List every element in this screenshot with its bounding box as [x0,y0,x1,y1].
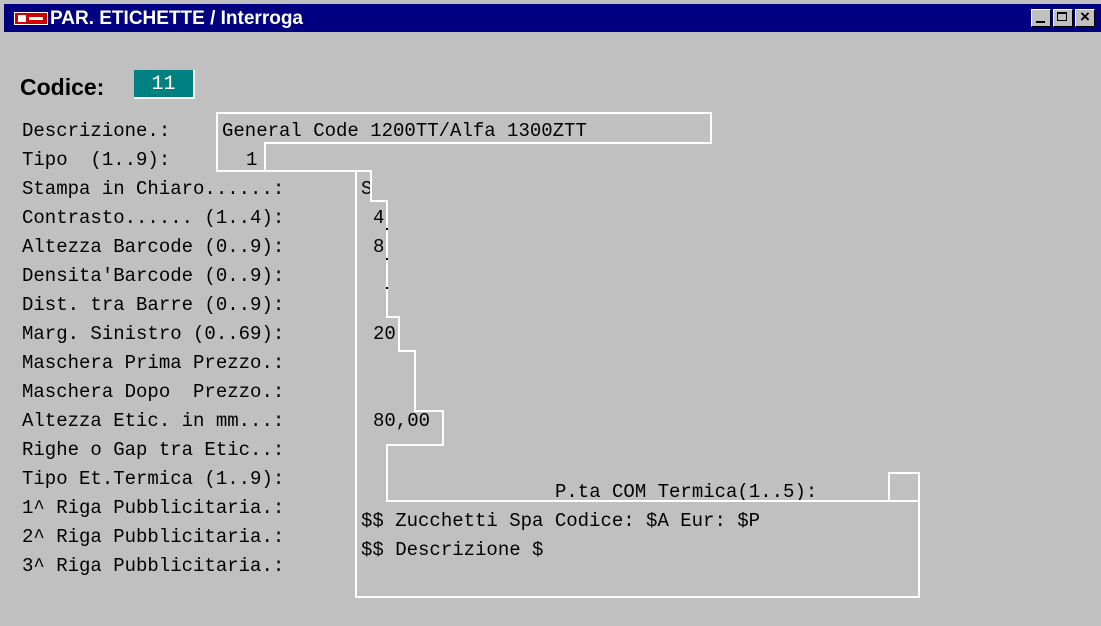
field-line [414,410,444,412]
minimize-button[interactable] [1031,9,1051,27]
riga-pubblicitaria-1-field[interactable]: $$ Zucchetti Spa Codice: $A Eur: $P [361,511,760,532]
window-title: PAR. ETICHETTE / Interroga [50,8,304,29]
label-descrizione: Descrizione.: [22,120,171,142]
label-stampa-in-chiaro: Stampa in Chiaro......: [22,178,285,200]
label-altezza-etic: Altezza Etic. in mm...: [22,410,285,432]
altezza-barcode-field[interactable]: 8 [373,237,384,258]
close-icon: × [1080,7,1090,26]
field-line [398,316,400,352]
marg-sinistro-field[interactable]: 20 [373,324,396,345]
field-line [386,444,444,446]
app-window: PAR. ETICHETTE / Interroga × Codice: 11 … [0,0,1101,626]
codice-label: Codice: [20,74,105,100]
altezza-etic-field[interactable]: 80,00 [373,411,430,432]
label-righe-gap: Righe o Gap tra Etic..: [22,439,285,461]
field-tick [386,287,388,289]
label-dist-tra-barre: Dist. tra Barre (0..9): [22,294,285,316]
field-line [710,112,712,144]
field-line [216,112,218,172]
label-riga-pubblicitaria-3: 3^ Riga Pubblicitaria.: [22,555,285,577]
field-line [355,170,357,598]
field-tick [386,258,388,260]
field-line [386,444,388,502]
field-tick [386,228,388,230]
field-line [355,596,920,598]
label-maschera-prima-prezzo: Maschera Prima Prezzo.: [22,352,285,374]
close-button[interactable]: × [1075,7,1095,27]
contrasto-field[interactable]: 4 [373,208,384,229]
title-bar[interactable]: PAR. ETICHETTE / Interroga × [4,4,1101,32]
label-tipo-et-termica: Tipo Et.Termica (1..9): [22,468,285,490]
label-densita-barcode: Densita'Barcode (0..9): [22,265,285,287]
app-icon[interactable] [14,12,48,25]
field-line [370,170,372,202]
label-riga-pubblicitaria-1: 1^ Riga Pubblicitaria.: [22,497,285,519]
tipo-field[interactable]: 1 [246,150,257,171]
field-line [414,350,416,412]
maximize-button[interactable] [1053,9,1073,27]
label-altezza-barcode: Altezza Barcode (0..9): [22,236,285,258]
field-line [216,112,712,114]
field-line [386,500,918,502]
riga-pubblicitaria-2-field[interactable]: $$ Descrizione $ [361,540,543,561]
label-riga-pubblicitaria-2: 2^ Riga Pubblicitaria.: [22,526,285,548]
codice-field[interactable]: 11 [134,70,195,99]
field-line [888,472,890,502]
field-line [216,170,264,172]
field-line [888,472,920,474]
descrizione-field[interactable]: General Code 1200TT/Alfa 1300ZTT [222,121,587,142]
field-line [264,142,712,144]
field-line [918,472,920,598]
label-marg-sinistro: Marg. Sinistro (0..69): [22,323,285,345]
label-maschera-dopo-prezzo: Maschera Dopo Prezzo.: [22,381,285,403]
field-line [264,142,266,172]
label-tipo: Tipo (1..9): [22,149,171,171]
label-contrasto: Contrasto...... (1..4): [22,207,285,229]
field-line [442,410,444,446]
